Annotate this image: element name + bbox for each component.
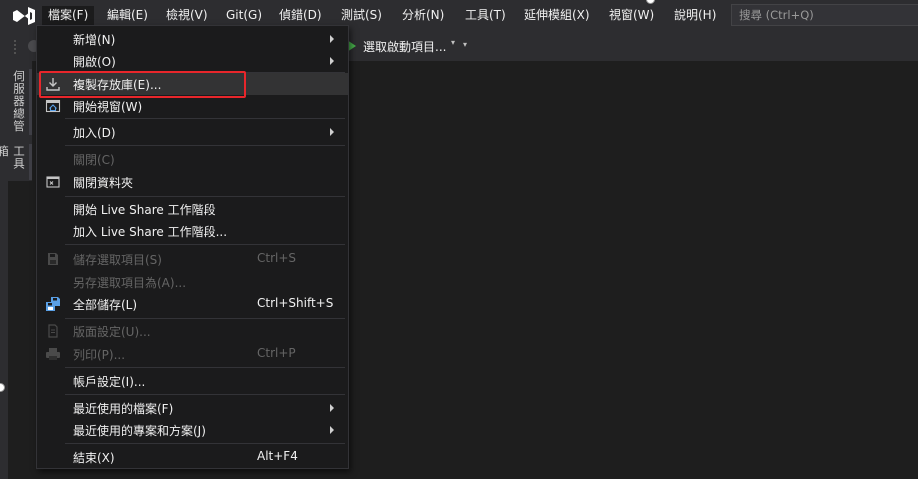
menu-item-join-live-share[interactable]: 加入 Live Share 工作階段... <box>37 220 348 242</box>
printer-icon <box>46 348 60 360</box>
submenu-arrow-icon <box>330 426 334 434</box>
menu-item-label: 帳戶設定(I)... <box>73 375 146 389</box>
menu-item-label: 最近使用的專案和方案(J) <box>73 424 206 438</box>
search-input[interactable] <box>732 5 918 25</box>
menu-git[interactable]: Git(G) <box>220 6 268 25</box>
menu-item-label: 另存選取項目為(A)... <box>73 276 187 290</box>
menu-item-account-settings[interactable]: 帳戶設定(I)... <box>37 370 348 392</box>
menu-item-label: 開啟(O) <box>73 55 116 69</box>
toolbar-grip-icon[interactable] <box>13 39 17 55</box>
menu-item-label: 最近使用的檔案(F) <box>73 402 174 416</box>
side-tab-group: 伺服器總管 工具箱 <box>0 61 32 181</box>
menu-separator <box>65 394 345 395</box>
menu-separator <box>65 196 345 197</box>
menu-item-shortcut: Ctrl+Shift+S <box>257 296 334 310</box>
menu-item-recent-files[interactable]: 最近使用的檔案(F) <box>37 397 348 419</box>
submenu-arrow-icon <box>330 35 334 43</box>
menu-tools[interactable]: 工具(T) <box>459 6 512 25</box>
start-item-dropdown-icon[interactable]: ▾ <box>451 38 455 47</box>
start-window-home-icon <box>45 99 61 113</box>
menu-item-start-window[interactable]: 開始視窗(W) <box>37 95 348 117</box>
toolbox-tab-indicator <box>29 144 32 180</box>
submenu-arrow-icon <box>330 57 334 65</box>
start-item-selector[interactable]: 選取啟動項目... <box>363 38 446 55</box>
toolbox-tab[interactable]: 工具箱 <box>0 145 27 181</box>
save-all-disks-icon <box>46 297 60 311</box>
menu-item-add[interactable]: 加入(D) <box>37 121 348 143</box>
menu-help[interactable]: 說明(H) <box>668 6 722 25</box>
menu-separator <box>65 318 345 319</box>
menu-item-shortcut: Ctrl+S <box>257 251 297 265</box>
menu-separator <box>65 145 345 146</box>
menu-separator <box>65 443 345 444</box>
highlight-annotation-box <box>39 71 246 98</box>
submenu-arrow-icon <box>330 404 334 412</box>
menu-item-label: 結束(X) <box>73 451 115 465</box>
menu-item-save-selected-as[interactable]: 另存選取項目為(A)... <box>37 271 348 293</box>
menu-item-label: 關閉資料夾 <box>73 176 134 190</box>
toolbar-overflow-icon[interactable]: ▾ <box>463 40 467 49</box>
menu-item-save-all[interactable]: 全部儲存(L) Ctrl+Shift+S <box>37 293 348 315</box>
menu-item-new[interactable]: 新增(N) <box>37 28 348 50</box>
menu-window[interactable]: 視窗(W) <box>603 6 660 25</box>
page-setup-icon <box>48 324 58 338</box>
menu-separator <box>65 118 345 119</box>
menu-separator <box>65 367 345 368</box>
menu-item-exit[interactable]: 結束(X) Alt+F4 <box>37 446 348 468</box>
menu-item-close[interactable]: 關閉(C) <box>37 148 348 170</box>
menu-debug[interactable]: 偵錯(D) <box>273 6 328 25</box>
menu-item-label: 新增(N) <box>73 33 116 47</box>
menu-item-print[interactable]: 列印(P)... Ctrl+P <box>37 343 348 365</box>
menu-extensions[interactable]: 延伸模組(X) <box>518 6 596 25</box>
menu-item-recent-projects[interactable]: 最近使用的專案和方案(J) <box>37 419 348 441</box>
menu-view[interactable]: 檢視(V) <box>160 6 214 25</box>
menu-item-label: 版面設定(U)... <box>73 325 151 339</box>
menu-test[interactable]: 測試(S) <box>335 6 388 25</box>
menu-item-close-folder[interactable]: 關閉資料夾 <box>37 171 348 193</box>
menu-item-label: 開始 Live Share 工作階段 <box>73 203 216 217</box>
menu-file[interactable]: 檔案(F) <box>42 6 95 25</box>
menu-item-label: 加入(D) <box>73 126 116 140</box>
menu-item-label: 關閉(C) <box>73 153 115 167</box>
menu-item-save-selected[interactable]: 儲存選取項目(S) Ctrl+S <box>37 248 348 270</box>
menu-item-shortcut: Alt+F4 <box>257 449 298 463</box>
menu-item-label: 列印(P)... <box>73 348 126 362</box>
menu-item-start-live-share[interactable]: 開始 Live Share 工作階段 <box>37 198 348 220</box>
menu-edit[interactable]: 編輯(E) <box>101 6 154 25</box>
menu-item-label: 開始視窗(W) <box>73 100 143 114</box>
menu-item-shortcut: Ctrl+P <box>257 346 296 360</box>
server-explorer-tab[interactable]: 伺服器總管 <box>12 70 27 133</box>
menu-item-page-setup[interactable]: 版面設定(U)... <box>37 320 348 342</box>
save-disk-icon <box>48 253 58 265</box>
submenu-arrow-icon <box>330 128 334 136</box>
close-folder-icon <box>46 176 60 188</box>
menu-item-label: 儲存選取項目(S) <box>73 253 162 267</box>
left-dock-strip <box>0 61 8 479</box>
search-box[interactable] <box>731 4 918 26</box>
menu-separator <box>65 244 345 245</box>
menu-analyze[interactable]: 分析(N) <box>396 6 450 25</box>
menu-item-label: 全部儲存(L) <box>73 298 138 312</box>
visual-studio-logo-icon[interactable] <box>11 5 37 27</box>
menu-item-open[interactable]: 開啟(O) <box>37 50 348 72</box>
menu-item-label: 加入 Live Share 工作階段... <box>73 225 228 239</box>
server-explorer-tab-indicator <box>29 69 32 135</box>
